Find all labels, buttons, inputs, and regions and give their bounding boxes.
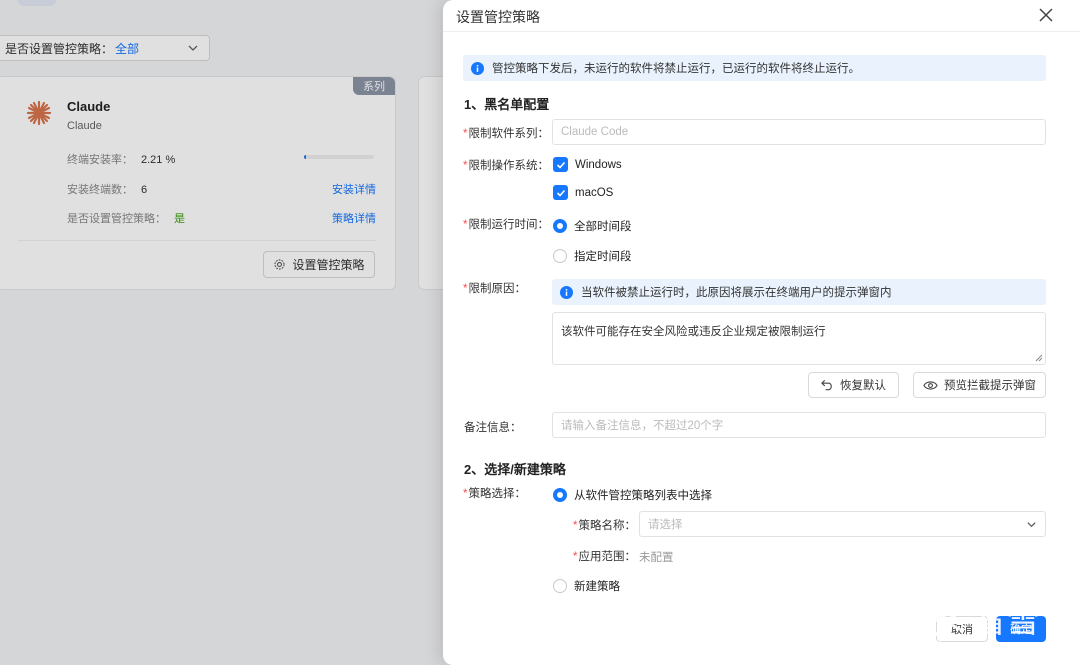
policy-name-select[interactable]: 请选择 — [639, 511, 1046, 537]
runtime-option-specified-label: 指定时间段 — [574, 251, 632, 263]
reason-textarea[interactable]: 该软件可能存在安全风险或违反企业规定被限制运行 — [552, 312, 1046, 365]
radio-selected-icon[interactable] — [553, 219, 567, 233]
restore-default-button[interactable]: 恢复默认 — [808, 372, 899, 398]
reason-hint-alert: 当软件被禁止运行时，此原因将展示在终端用户的提示弹窗内 — [552, 279, 1046, 305]
drawer-title: 设置管控策略 — [456, 9, 540, 25]
policy-from-list-option[interactable]: 从软件管控策略列表中选择 — [553, 487, 712, 503]
os-option-windows[interactable]: Windows — [553, 157, 622, 172]
policy-name-placeholder: 请选择 — [648, 519, 683, 531]
os-option-macos[interactable]: macOS — [553, 185, 613, 200]
new-policy-option[interactable]: 新建策略 — [553, 578, 620, 594]
info-icon — [471, 61, 484, 75]
policy-choice-label: *策略选择： — [463, 488, 526, 500]
preview-popup-label: 预览拦截提示弹窗 — [944, 380, 1036, 392]
policy-drawer: 设置管控策略 管控策略下发后，未运行的软件将禁止运行，已运行的软件将终止运行。 … — [443, 0, 1080, 665]
chevron-down-icon — [1027, 522, 1036, 528]
software-series-label: *限制软件系列： — [463, 128, 549, 140]
runtime-option-all[interactable]: 全部时间段 — [553, 218, 632, 234]
policy-name-label: *策略名称： — [573, 520, 636, 532]
runtime-option-all-label: 全部时间段 — [574, 221, 632, 233]
os-option-windows-label: Windows — [575, 158, 622, 171]
notice-text: 管控策略下发后，未运行的软件将禁止运行，已运行的软件将终止运行。 — [492, 63, 860, 75]
remark-input[interactable]: 请输入备注信息，不超过20个字 — [552, 412, 1046, 438]
software-series-placeholder: Claude Code — [561, 126, 629, 138]
remark-placeholder: 请输入备注信息，不超过20个字 — [561, 420, 724, 432]
radio-unselected-icon[interactable] — [553, 249, 567, 263]
restore-default-label: 恢复默认 — [840, 380, 886, 392]
new-policy-label: 新建策略 — [574, 581, 620, 593]
preview-popup-button[interactable]: 预览拦截提示弹窗 — [913, 372, 1046, 398]
eye-icon — [923, 380, 938, 390]
runtime-label: *限制运行时间： — [463, 219, 549, 231]
radio-unselected-icon[interactable] — [553, 579, 567, 593]
resize-handle-icon[interactable] — [1035, 354, 1043, 362]
scope-value: 未配置 — [639, 552, 674, 564]
policy-from-list-label: 从软件管控策略列表中选择 — [574, 490, 712, 502]
reason-textarea-value: 该软件可能存在安全风险或违反企业规定被限制运行 — [561, 326, 826, 338]
undo-icon — [821, 379, 832, 391]
scope-label: *应用范围： — [573, 551, 636, 563]
reason-hint-text: 当软件被禁止运行时，此原因将展示在终端用户的提示弹窗内 — [581, 287, 892, 299]
radio-selected-icon[interactable] — [553, 488, 567, 502]
notice-alert: 管控策略下发后，未运行的软件将禁止运行，已运行的软件将终止运行。 — [463, 55, 1046, 81]
runtime-option-specified[interactable]: 指定时间段 — [553, 248, 632, 264]
os-label: *限制操作系统： — [463, 160, 549, 172]
section-policy-title: 2、选择/新建策略 — [464, 462, 566, 477]
section-blacklist-title: 1、黑名单配置 — [464, 97, 550, 112]
checkbox-checked-icon[interactable] — [553, 185, 568, 200]
remark-label: 备注信息： — [464, 422, 522, 434]
svg-text:看雪: 看雪 — [972, 601, 1040, 641]
software-series-input[interactable]: Claude Code — [552, 119, 1046, 145]
watermark-logo: 看雪 — [919, 594, 1040, 642]
info-icon — [560, 285, 573, 299]
os-option-macos-label: macOS — [575, 186, 614, 199]
checkbox-checked-icon[interactable] — [553, 157, 568, 172]
drawer-header-divider — [443, 31, 1080, 32]
close-icon[interactable] — [1037, 6, 1055, 24]
reason-label: *限制原因： — [463, 283, 526, 295]
